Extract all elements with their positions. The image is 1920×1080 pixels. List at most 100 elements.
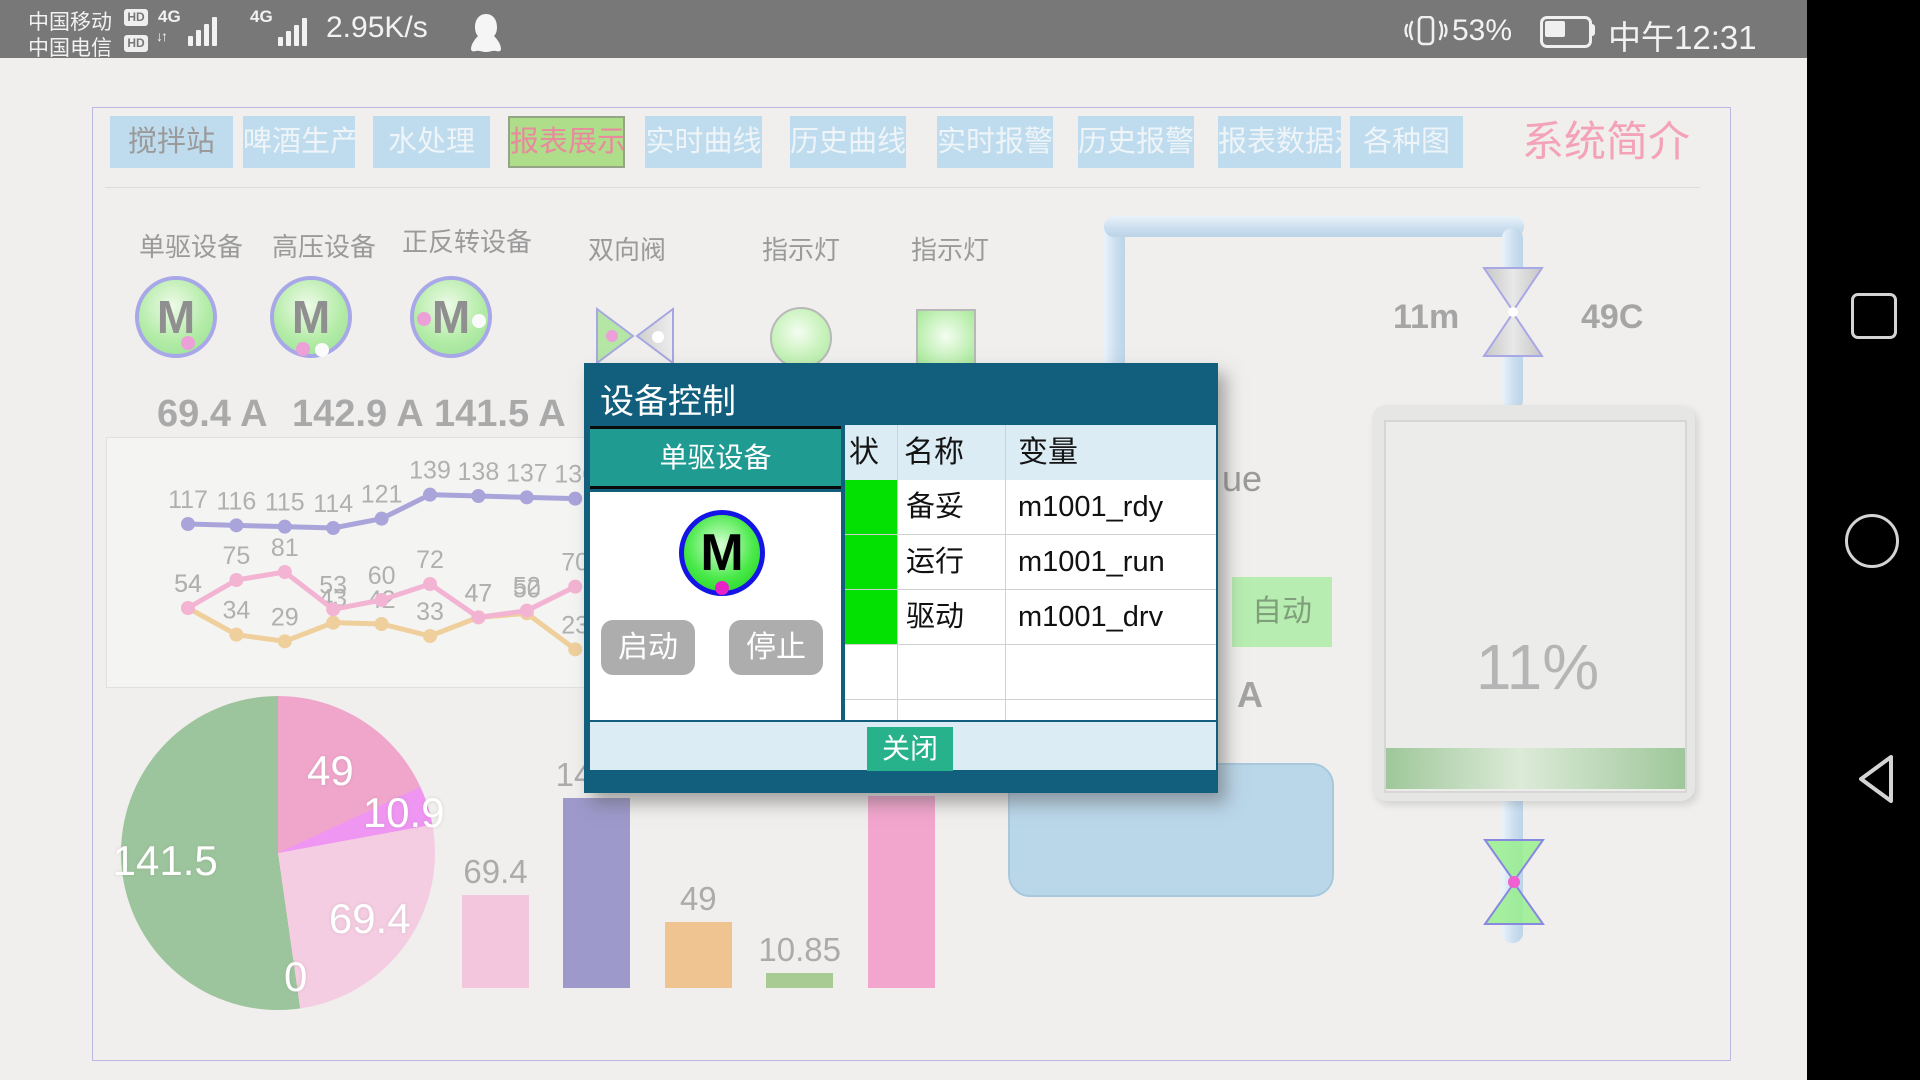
tank-level-label: 11%	[1455, 630, 1620, 704]
motor-value-3: 141.5 A	[434, 393, 566, 436]
bottom-valve-icon[interactable]	[1483, 838, 1545, 926]
bar-4	[766, 973, 833, 988]
tab-1[interactable]: 搅拌站	[110, 116, 233, 168]
tab-8[interactable]: 历史报警	[1078, 116, 1194, 168]
purple-series-label: 138	[458, 458, 500, 486]
tab-9[interactable]: 报表数据对比	[1218, 116, 1341, 168]
stop-button[interactable]: 停止	[729, 620, 823, 675]
device-label-two-way-valve: 双向阀	[588, 230, 666, 267]
pie-slice-label: 49	[307, 747, 354, 795]
tab-7[interactable]: 实时报警	[937, 116, 1053, 168]
hd-badge-2: HD	[124, 35, 148, 52]
status-cell	[845, 480, 898, 534]
partial-true-label: ue	[1222, 458, 1262, 500]
tab-5[interactable]: 实时曲线	[645, 116, 762, 168]
auto-mode-button[interactable]: 自动	[1232, 577, 1332, 647]
purple-series-point	[181, 517, 195, 531]
purple-series-label: 115	[265, 489, 305, 517]
pink-series-label: 53	[319, 571, 347, 599]
device-label-indicator-2: 指示灯	[911, 230, 989, 267]
two-way-valve-icon[interactable]	[595, 306, 675, 366]
table-row: 运行m1001_run	[845, 535, 1216, 590]
name-cell: 运行	[898, 535, 1006, 589]
device-label-high-pressure: 高压设备	[272, 227, 376, 264]
motor-value-2: 142.9 A	[292, 393, 424, 436]
table-row	[845, 700, 1216, 720]
tab-6[interactable]: 历史曲线	[790, 116, 906, 168]
status-cell	[845, 535, 898, 589]
pink-series-label: 60	[368, 562, 396, 590]
recents-square-icon[interactable]	[1851, 293, 1897, 339]
device-control-dialog: 设备控制 单驱设备 M 启动 停止 状态 名称 变量 备妥m1001_rdy运行…	[584, 363, 1218, 793]
table-row: 驱动m1001_drv	[845, 590, 1216, 645]
temperature-value-label: 49C	[1581, 298, 1643, 337]
battery-percent-label: 53%	[1452, 14, 1512, 48]
orange-series-label: 29	[271, 603, 299, 631]
bar-label-1: 69.4	[463, 853, 527, 891]
battery-icon	[1540, 16, 1592, 48]
pie-slice-label: 141.5	[113, 837, 218, 885]
tab-3[interactable]: 水处理	[373, 116, 490, 168]
tab-2[interactable]: 啤酒生产	[243, 116, 355, 168]
orange-series-point	[375, 617, 389, 631]
pink-series-label: 54	[174, 570, 202, 598]
orange-series-point	[229, 628, 243, 642]
status-bar: 中国移动 HD 中国电信 HD 4G ↓↑ 4G 2.95K/s 53%	[0, 0, 1807, 58]
start-button[interactable]: 启动	[601, 620, 695, 675]
pink-series-label: 81	[271, 534, 299, 562]
purple-series-point	[229, 518, 243, 532]
tab-10[interactable]: 各种图	[1350, 116, 1463, 168]
network-type-1: 4G	[158, 7, 181, 27]
top-valve-icon[interactable]	[1482, 266, 1544, 358]
indicator-lamp-square	[916, 309, 976, 369]
hd-badge-1: HD	[124, 9, 148, 26]
motor-dot-pink	[181, 336, 195, 350]
orange-series-point	[568, 642, 582, 656]
pie-slice-label: 69.4	[329, 895, 411, 943]
motor-dot-pink	[296, 342, 310, 356]
purple-series-label: 137	[506, 459, 548, 487]
name-cell: 驱动	[898, 590, 1006, 644]
tab-11[interactable]: 系统简介	[1516, 116, 1696, 168]
dialog-table-header: 状态 名称 变量	[845, 425, 1216, 480]
tank-liquid	[1386, 748, 1685, 789]
motor-high-pressure[interactable]: M	[270, 276, 352, 358]
clock-label: 中午12:31	[1608, 11, 1757, 59]
pink-series-point	[568, 580, 582, 594]
purple-series-point	[375, 512, 389, 526]
motor-dot-white	[472, 314, 486, 328]
bar-1	[462, 895, 529, 988]
bar-2	[563, 798, 630, 988]
variable-cell: m1001_rdy	[1006, 480, 1208, 534]
column-status: 状态	[845, 425, 898, 480]
network-speed: 2.95K/s	[326, 11, 428, 45]
name-cell: 备妥	[898, 480, 1006, 534]
purple-series-label: 139	[409, 457, 451, 485]
close-button[interactable]: 关闭	[867, 727, 953, 771]
signal-bars-icon-1	[188, 14, 220, 46]
motor-single-drive[interactable]: M	[135, 276, 217, 358]
indicator-lamp-circle	[770, 307, 832, 369]
pink-series-point	[326, 602, 340, 616]
motor-letter: M	[432, 291, 470, 343]
pie-slice-label: 0	[284, 953, 307, 1001]
pipe-horizontal-top	[1104, 216, 1524, 237]
android-nav-bar	[1807, 0, 1920, 1080]
dialog-motor-dot	[715, 581, 729, 595]
motor-fwd-rev[interactable]: M	[410, 276, 492, 358]
tank-inner	[1384, 420, 1687, 793]
motor-letter: M	[292, 291, 330, 343]
bar-label-3: 49	[680, 880, 717, 918]
bar-label-4: 10.85	[758, 931, 841, 969]
home-circle-icon[interactable]	[1845, 514, 1899, 568]
dialog-motor-icon: M	[679, 510, 765, 596]
tab-divider	[105, 187, 1700, 188]
tab-4[interactable]: 报表展示	[508, 116, 625, 168]
pink-series-label: 52	[513, 573, 541, 601]
purple-series-label: 121	[361, 481, 403, 509]
back-triangle-icon[interactable]	[1851, 750, 1899, 808]
dialog-motor-panel: M 启动 停止	[590, 492, 841, 720]
dialog-device-tab[interactable]: 单驱设备	[590, 426, 841, 489]
pink-series-label: 75	[222, 542, 250, 570]
purple-series-point	[423, 488, 437, 502]
